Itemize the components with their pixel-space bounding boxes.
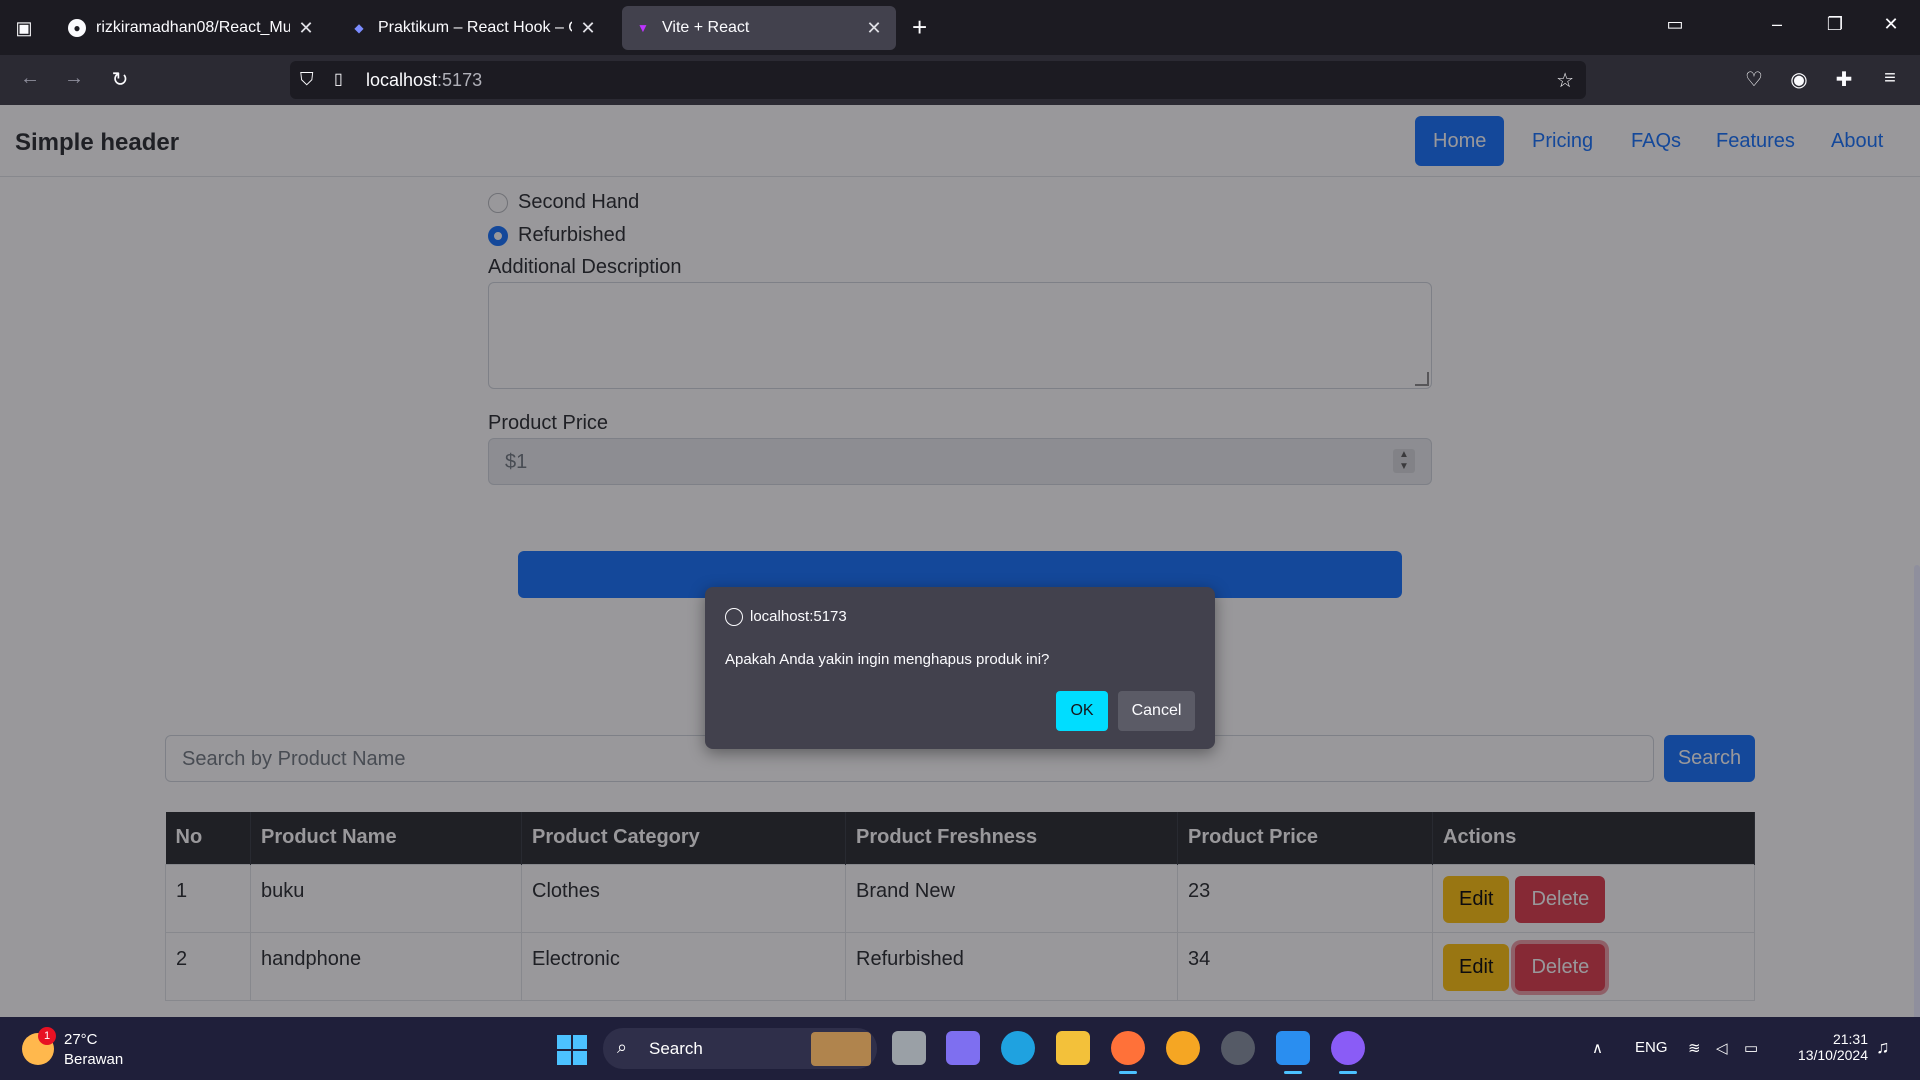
github-icon: ● [68,19,86,37]
brave-icon[interactable] [1166,1031,1200,1065]
tab-github[interactable]: ● rizkiramadhan08/React_Muham ✕ [56,6,328,50]
reload-icon[interactable]: ↻ [106,67,134,92]
language-indicator[interactable]: ENG [1635,1039,1668,1056]
tab-overview-icon[interactable]: ▣ [10,14,38,42]
site-icon: ◆ [354,21,364,35]
forward-icon[interactable]: → [60,67,88,90]
battery-icon[interactable]: ▭ [1744,1039,1758,1057]
tab-vite-react[interactable]: ▼ Vite + React ✕ [622,6,896,50]
minimize-icon[interactable]: – [1762,14,1792,35]
tab-title: Praktikum – React Hook – ONE [378,19,572,36]
account-icon[interactable]: ◉ [1785,67,1813,92]
browser-tab-bar: ▣ ● rizkiramadhan08/React_Muham ✕ ◆ Prak… [0,0,1920,55]
taskbar-search-label: Search [649,1039,703,1058]
tab-title: rizkiramadhan08/React_Muham [96,19,290,36]
extensions-icon[interactable]: ✚ [1830,67,1858,92]
clock-time: 21:31 [1832,1031,1868,1047]
edge-icon[interactable] [1001,1031,1035,1065]
close-icon[interactable]: ✕ [864,18,884,39]
globe-icon [725,608,743,626]
file-explorer-icon[interactable] [1056,1031,1090,1065]
copilot-icon[interactable] [946,1031,980,1065]
app-icon[interactable] [1221,1031,1255,1065]
task-view-icon[interactable] [892,1031,926,1065]
menu-icon[interactable]: ≡ [1876,67,1904,90]
restore-icon[interactable]: ❐ [1820,14,1850,35]
taskbar-search[interactable]: ⌕ Search [603,1028,877,1069]
cancel-button[interactable]: Cancel [1118,691,1195,731]
search-highlight-image [811,1032,871,1066]
pocket-icon[interactable]: ♡ [1740,67,1768,92]
back-icon[interactable]: ← [16,67,44,90]
shield-icon[interactable]: ⛉ [300,69,314,90]
tab-title: Vite + React [662,19,750,36]
page-icon: ▯ [334,71,343,88]
window-close-icon[interactable]: ✕ [1876,14,1906,35]
weather-temp: 27°C [64,1031,98,1048]
notification-bell-icon[interactable]: ♫ [1876,1037,1890,1058]
clock[interactable]: 21:31 13/10/2024 [1786,1031,1868,1063]
clock-date: 13/10/2024 [1797,1047,1868,1063]
url-port: :5173 [437,70,483,90]
dialog-message: Apakah Anda yakin ingin menghapus produk… [725,651,1050,668]
url-host: localhost [366,70,438,90]
notification-badge: 1 [38,1027,56,1045]
windows-start-icon[interactable] [557,1035,587,1065]
tab-list-icon[interactable]: ▭ [1660,14,1690,35]
github-desktop-icon[interactable] [1331,1031,1365,1074]
star-icon[interactable]: ☆ [1556,68,1574,93]
url-text[interactable]: localhost:5173 [366,70,482,91]
browser-toolbar: ← → ↻ ⛉ ▯ localhost:5173 ☆ ♡ ◉ ✚ ≡ [0,55,1920,105]
taskbar: 1 27°C Berawan ⌕ Search ∧ ENG ≋ ◁ ▭ 21:3… [0,1017,1920,1080]
search-icon: ⌕ [617,1037,628,1057]
page-viewport: Simple header Home Pricing FAQs Features… [0,105,1920,1017]
page-scrollbar[interactable] [1914,565,1920,1017]
url-bar[interactable]: ⛉ ▯ localhost:5173 ☆ [290,61,1586,99]
close-icon[interactable]: ✕ [578,18,598,39]
dialog-origin: localhost:5173 [750,608,847,625]
tab-praktikum[interactable]: ◆ Praktikum – React Hook – ONE ✕ [338,6,610,50]
firefox-icon[interactable] [1111,1031,1145,1074]
wifi-icon[interactable]: ≋ [1688,1039,1701,1057]
volume-icon[interactable]: ◁ [1716,1039,1728,1057]
modal-backdrop [0,105,1920,1017]
vite-icon: ▼ [637,21,649,35]
close-icon[interactable]: ✕ [296,18,316,39]
ok-button[interactable]: OK [1056,691,1108,731]
confirm-dialog: localhost:5173 Apakah Anda yakin ingin m… [705,587,1215,749]
new-tab-icon[interactable]: + [912,14,927,40]
weather-condition: Berawan [64,1051,124,1068]
vscode-icon[interactable] [1276,1031,1310,1074]
chevron-up-icon[interactable]: ∧ [1592,1039,1603,1057]
